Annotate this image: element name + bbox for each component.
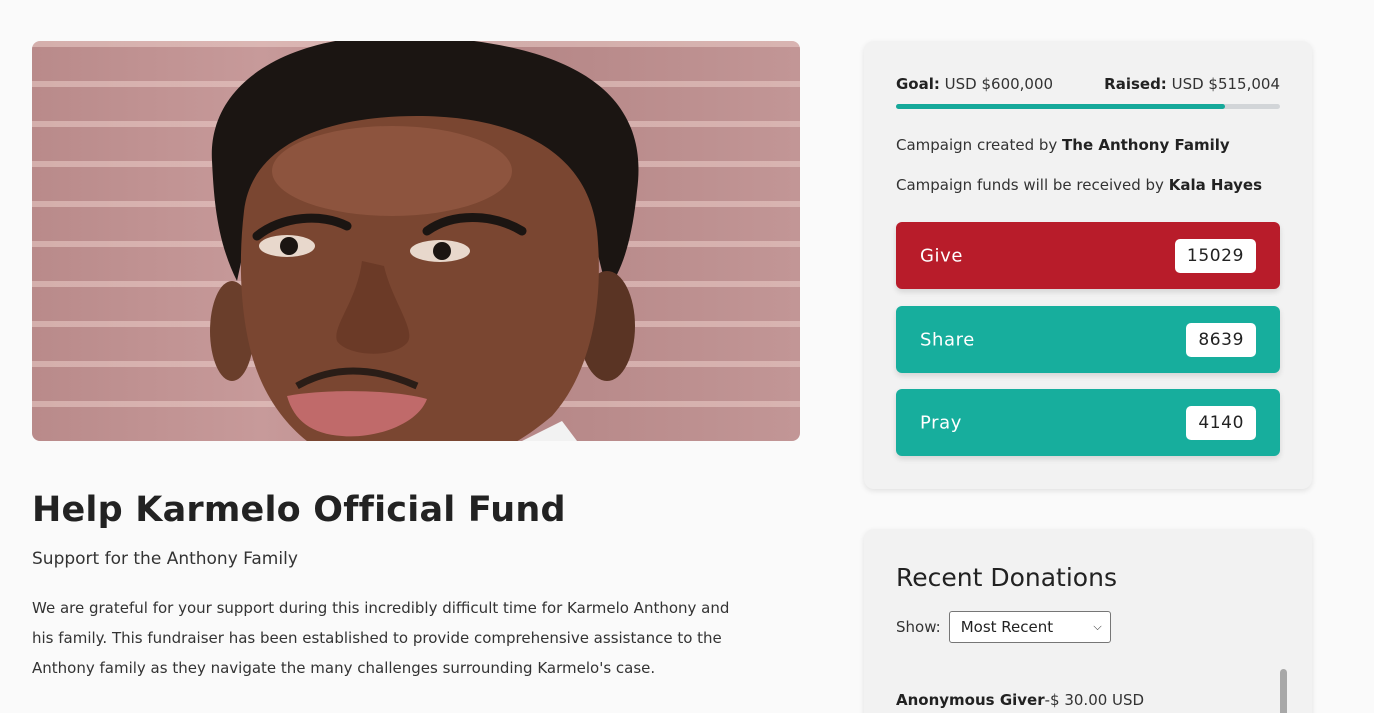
campaign-subtitle: Support for the Anthony Family: [32, 549, 298, 569]
sort-selected-value: Most Recent: [960, 618, 1054, 636]
share-label: Share: [920, 329, 975, 350]
goal-raised-row: Goal: USD $600,000 Raised: USD $515,004: [896, 75, 1280, 93]
donations-scrollbar[interactable]: [1280, 669, 1287, 713]
give-count-badge: 15029: [1174, 238, 1256, 273]
pray-count-badge: 4140: [1186, 405, 1256, 440]
recent-donations-heading: Recent Donations: [896, 563, 1117, 592]
give-label: Give: [920, 245, 964, 266]
show-label: Show:: [896, 618, 941, 636]
donation-amount: -$ 30.00 USD: [1044, 691, 1145, 709]
recent-donations-card: Recent Donations Show: Most Recent ⌵ Ano…: [864, 529, 1312, 713]
goal-amount: Goal: USD $600,000: [896, 75, 1053, 93]
donation-item: Anonymous Giver-$ 30.00 USD: [896, 691, 1144, 709]
donation-filter-row: Show: Most Recent ⌵: [896, 611, 1111, 643]
pray-label: Pray: [920, 412, 963, 433]
raised-value: USD $515,004: [1171, 75, 1280, 93]
progress-bar: [896, 104, 1280, 109]
campaign-photo: [32, 41, 800, 441]
portrait-illustration: [210, 41, 639, 441]
donation-sort-select[interactable]: Most Recent ⌵: [948, 611, 1111, 643]
goal-label: Goal:: [896, 75, 940, 93]
pray-button[interactable]: Pray 4140: [896, 389, 1280, 456]
share-count-badge: 8639: [1186, 322, 1256, 357]
recipient-prefix: Campaign funds will be received by: [896, 176, 1164, 194]
campaign-title: Help Karmelo Official Fund: [32, 490, 566, 530]
give-button[interactable]: Give 15029: [896, 222, 1280, 289]
progress-bar-fill: [896, 104, 1226, 109]
share-button[interactable]: Share 8639: [896, 306, 1280, 373]
raised-label: Raised:: [1104, 75, 1167, 93]
campaign-recipient: Campaign funds will be received by Kala …: [896, 176, 1262, 194]
funding-card: Goal: USD $600,000 Raised: USD $515,004 …: [864, 41, 1312, 489]
goal-value: USD $600,000: [944, 75, 1054, 93]
recipient-name: Kala Hayes: [1168, 176, 1263, 194]
creator-name: The Anthony Family: [1062, 136, 1230, 154]
campaign-creator: Campaign created by The Anthony Family: [896, 136, 1230, 154]
creator-prefix: Campaign created by: [896, 136, 1058, 154]
campaign-page: Help Karmelo Official Fund Support for t…: [0, 0, 1374, 713]
chevron-down-icon: ⌵: [1093, 620, 1102, 633]
raised-amount: Raised: USD $515,004: [1104, 75, 1280, 93]
donor-name: Anonymous Giver: [896, 691, 1045, 709]
campaign-description: We are grateful for your support during …: [32, 599, 730, 677]
